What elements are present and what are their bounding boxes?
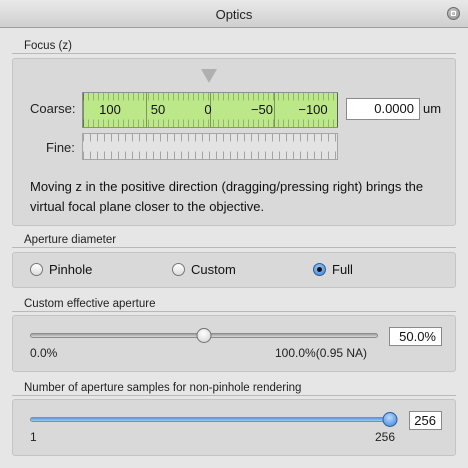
ruler-major-tick [337, 93, 338, 127]
radio-custom-label: Custom [191, 262, 236, 277]
coarse-label: Coarse: [30, 101, 76, 116]
window-toggle-icon[interactable] [447, 7, 460, 20]
ruler-major-tick [146, 93, 147, 127]
coarse-focus-ruler[interactable]: 100 50 0 −50 −100 [82, 92, 338, 128]
custom-aperture-min-label: 0.0% [30, 346, 58, 360]
radio-full-label: Full [332, 262, 353, 277]
section-divider [12, 395, 456, 396]
radio-circle-icon[interactable] [172, 263, 185, 276]
samples-slider-track[interactable] [30, 417, 390, 422]
section-divider [12, 247, 456, 248]
ruler-major-tick [274, 93, 275, 127]
ruler-ticks [83, 134, 337, 159]
ruler-tick-label: 0 [204, 102, 212, 117]
radio-pinhole[interactable]: Pinhole [30, 262, 92, 277]
samples-value-field[interactable]: 256 [409, 411, 442, 430]
aperture-section-label: Aperture diameter [24, 234, 117, 246]
samples-section-label: Number of aperture samples for non-pinho… [24, 382, 302, 394]
ruler-tick-label: 100 [99, 102, 121, 117]
focus-unit: um [423, 101, 442, 116]
radio-full[interactable]: Full [313, 262, 353, 277]
radio-selected-icon[interactable] [313, 263, 326, 276]
focus-description: Moving z in the positive direction (drag… [30, 179, 424, 214]
title-bar: Optics [0, 0, 468, 28]
samples-panel [12, 399, 456, 456]
fine-focus-ruler[interactable] [82, 133, 338, 160]
ruler-tick-label: −100 [298, 102, 328, 117]
slider-fill [31, 418, 389, 421]
ruler-tick-label: 50 [150, 102, 166, 117]
slider-fill [31, 334, 204, 337]
focus-indicator-icon [201, 69, 217, 83]
focus-value-field[interactable]: 0.0000 [346, 98, 420, 120]
samples-max-label: 256 [375, 430, 396, 444]
focus-section-label: Focus (z) [24, 40, 72, 52]
slider-thumb-icon[interactable] [382, 412, 398, 427]
custom-aperture-max-label: 100.0%(0.95 NA) [275, 346, 368, 360]
radio-circle-icon[interactable] [30, 263, 43, 276]
radio-pinhole-label: Pinhole [49, 262, 93, 277]
ruler-major-tick [83, 93, 84, 127]
section-divider [12, 53, 456, 54]
fine-label: Fine: [46, 140, 75, 155]
radio-custom[interactable]: Custom [172, 262, 236, 277]
samples-min-label: 1 [30, 430, 37, 444]
slider-thumb-icon[interactable] [196, 328, 212, 343]
window-title: Optics [215, 7, 253, 22]
custom-aperture-section-label: Custom effective aperture [24, 298, 156, 310]
ruler-tick-label: −50 [250, 102, 274, 117]
custom-aperture-value-field[interactable]: 50.0% [389, 327, 442, 346]
section-divider [12, 311, 456, 312]
